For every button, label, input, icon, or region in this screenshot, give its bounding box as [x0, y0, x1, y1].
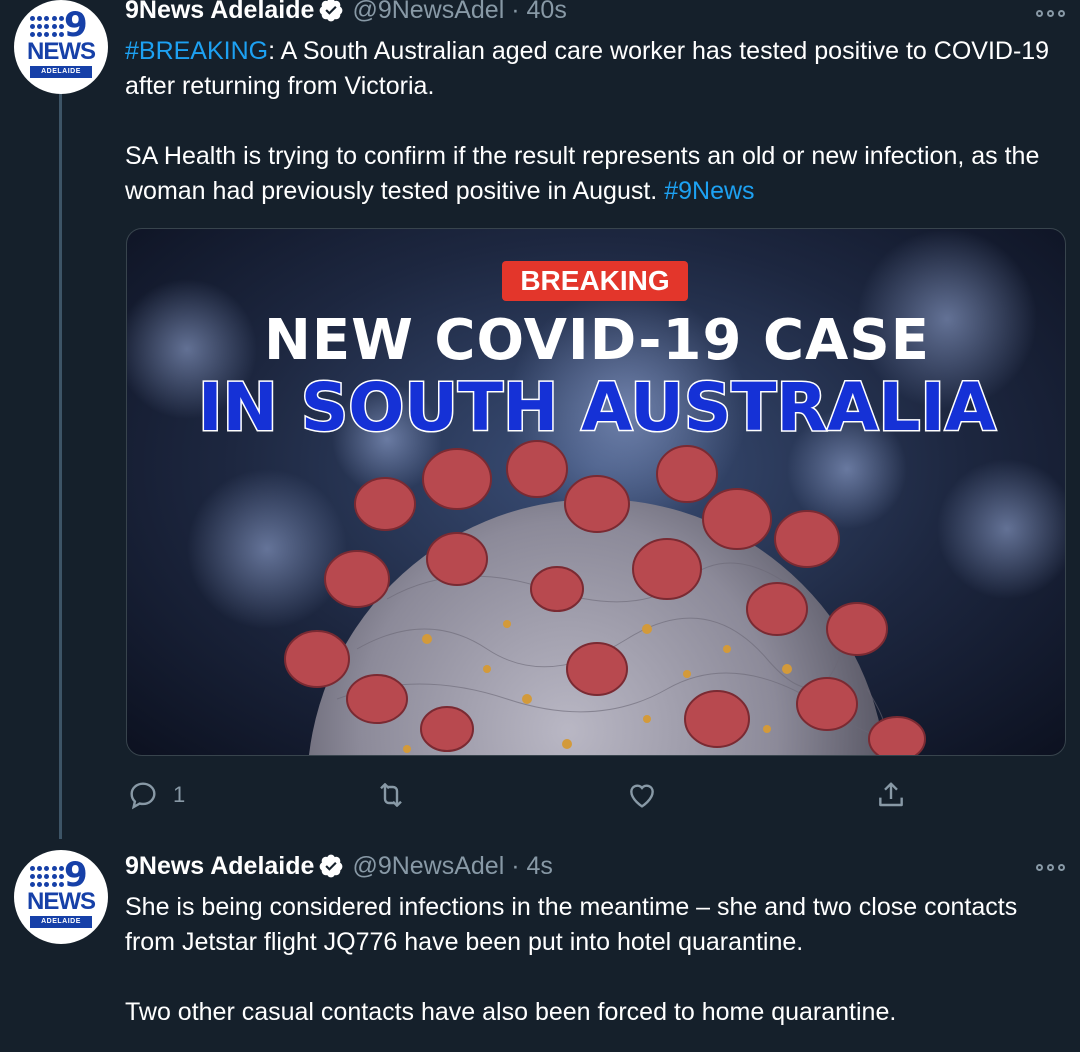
more-options-icon[interactable]: [1036, 6, 1066, 20]
thread-line: [59, 94, 62, 839]
tweet-media-image[interactable]: BREAKING NEW COVID-19 CASE IN SOUTH AUST…: [126, 228, 1066, 756]
tweet-paragraph: Two other casual contacts have also been…: [125, 998, 897, 1026]
hashtag-link[interactable]: #BREAKING: [125, 37, 268, 65]
tweet-paragraph: SA Health is trying to confirm if the re…: [125, 142, 1040, 205]
tweet-header: 9News Adelaide @9NewsAdel · 4s: [125, 850, 553, 882]
tweet-timestamp[interactable]: 40s: [527, 0, 567, 24]
reply-button[interactable]: 1: [127, 778, 185, 812]
9news-logo-icon: 9 NEWS ADELAIDE: [24, 8, 98, 82]
share-icon: [879, 782, 903, 807]
verified-badge-icon: [318, 853, 344, 887]
tweet-text: She is being considered infections in th…: [125, 890, 1065, 1030]
media-headline-line1: NEW COVID-19 CASE: [264, 308, 930, 373]
tweet-1[interactable]: 9 NEWS ADELAIDE 9News Adelaide @9NewsAdel…: [0, 0, 1080, 840]
author-handle[interactable]: @9NewsAdel: [352, 852, 504, 880]
media-headline-line2: IN SOUTH AUSTRALIA: [196, 368, 997, 448]
share-button[interactable]: [875, 778, 907, 812]
reply-icon: [130, 782, 156, 810]
tweet-actions: 1: [125, 778, 925, 812]
author-handle[interactable]: @9NewsAdel: [352, 0, 504, 24]
hashtag-link[interactable]: #9News: [664, 177, 754, 205]
retweet-button[interactable]: [373, 778, 409, 812]
retweet-icon: [380, 783, 402, 807]
tweet-2[interactable]: 9 NEWS ADELAIDE 9News Adelaide @9NewsAdel…: [0, 848, 1080, 1052]
breaking-badge: BREAKING: [502, 261, 688, 301]
like-icon: [630, 784, 654, 808]
verified-badge-icon: [318, 0, 344, 31]
author-name[interactable]: 9News Adelaide: [125, 852, 314, 880]
like-button[interactable]: [625, 778, 659, 812]
tweet-paragraph: She is being considered infections in th…: [125, 893, 1018, 956]
tweet-paragraph: #BREAKING: A South Australian aged care …: [125, 37, 1050, 100]
reply-count: 1: [173, 782, 186, 807]
tweet-timestamp[interactable]: 4s: [527, 852, 553, 880]
avatar[interactable]: 9 NEWS ADELAIDE: [14, 850, 108, 944]
author-name[interactable]: 9News Adelaide: [125, 0, 314, 24]
tweet-text: #BREAKING: A South Australian aged care …: [125, 34, 1065, 209]
9news-logo-icon: 9 NEWS ADELAIDE: [24, 858, 98, 932]
avatar[interactable]: 9 NEWS ADELAIDE: [14, 0, 108, 94]
more-options-icon[interactable]: [1036, 860, 1066, 874]
tweet-header: 9News Adelaide @9NewsAdel · 40s: [125, 0, 567, 26]
